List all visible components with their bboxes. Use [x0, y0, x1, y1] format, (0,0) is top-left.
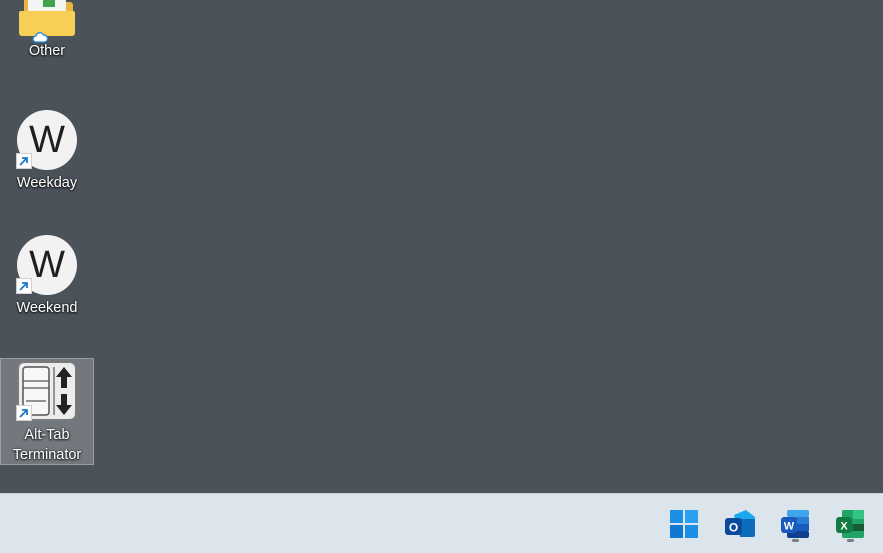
svg-text:W: W	[784, 521, 795, 533]
running-indicator	[847, 539, 854, 542]
desktop-icon-label: Alt-Tab Terminator	[12, 427, 82, 463]
desktop-icon-alt-tab-terminator[interactable]: Alt-Tab Terminator	[0, 358, 94, 465]
desktop-icon-weekend[interactable]: W Weekend	[0, 233, 94, 319]
desktop-icon-label: Weekday	[16, 175, 78, 191]
desktop-icon-other[interactable]: Other	[0, 0, 94, 62]
alt-tab-terminator-icon	[16, 361, 78, 423]
excel-icon: X	[836, 510, 864, 538]
windows-start-icon	[670, 510, 698, 538]
outlook-icon: O	[725, 510, 755, 537]
word-icon: W	[781, 510, 809, 538]
cloud-sync-icon	[32, 32, 48, 43]
svg-text:O: O	[729, 521, 738, 535]
w-app-icon: W	[16, 234, 78, 296]
taskbar-start-button[interactable]	[664, 504, 704, 544]
taskbar: O W X	[0, 493, 883, 553]
desktop: Other W Weekday W Weekend Alt-Tab Termin…	[0, 0, 883, 493]
shortcut-arrow-icon	[16, 278, 32, 294]
w-app-icon: W	[16, 109, 78, 171]
taskbar-outlook-button[interactable]: O	[720, 504, 760, 544]
shortcut-arrow-icon	[16, 153, 32, 169]
running-indicator	[792, 539, 799, 542]
desktop-icon-weekday[interactable]: W Weekday	[0, 108, 94, 194]
taskbar-word-button[interactable]: W	[775, 504, 815, 544]
folder-icon	[16, 0, 78, 43]
desktop-icon-label: Other	[28, 43, 66, 59]
taskbar-excel-button[interactable]: X	[830, 504, 870, 544]
svg-text:X: X	[840, 521, 848, 533]
shortcut-arrow-icon	[16, 405, 32, 421]
desktop-icon-label: Weekend	[16, 300, 78, 316]
